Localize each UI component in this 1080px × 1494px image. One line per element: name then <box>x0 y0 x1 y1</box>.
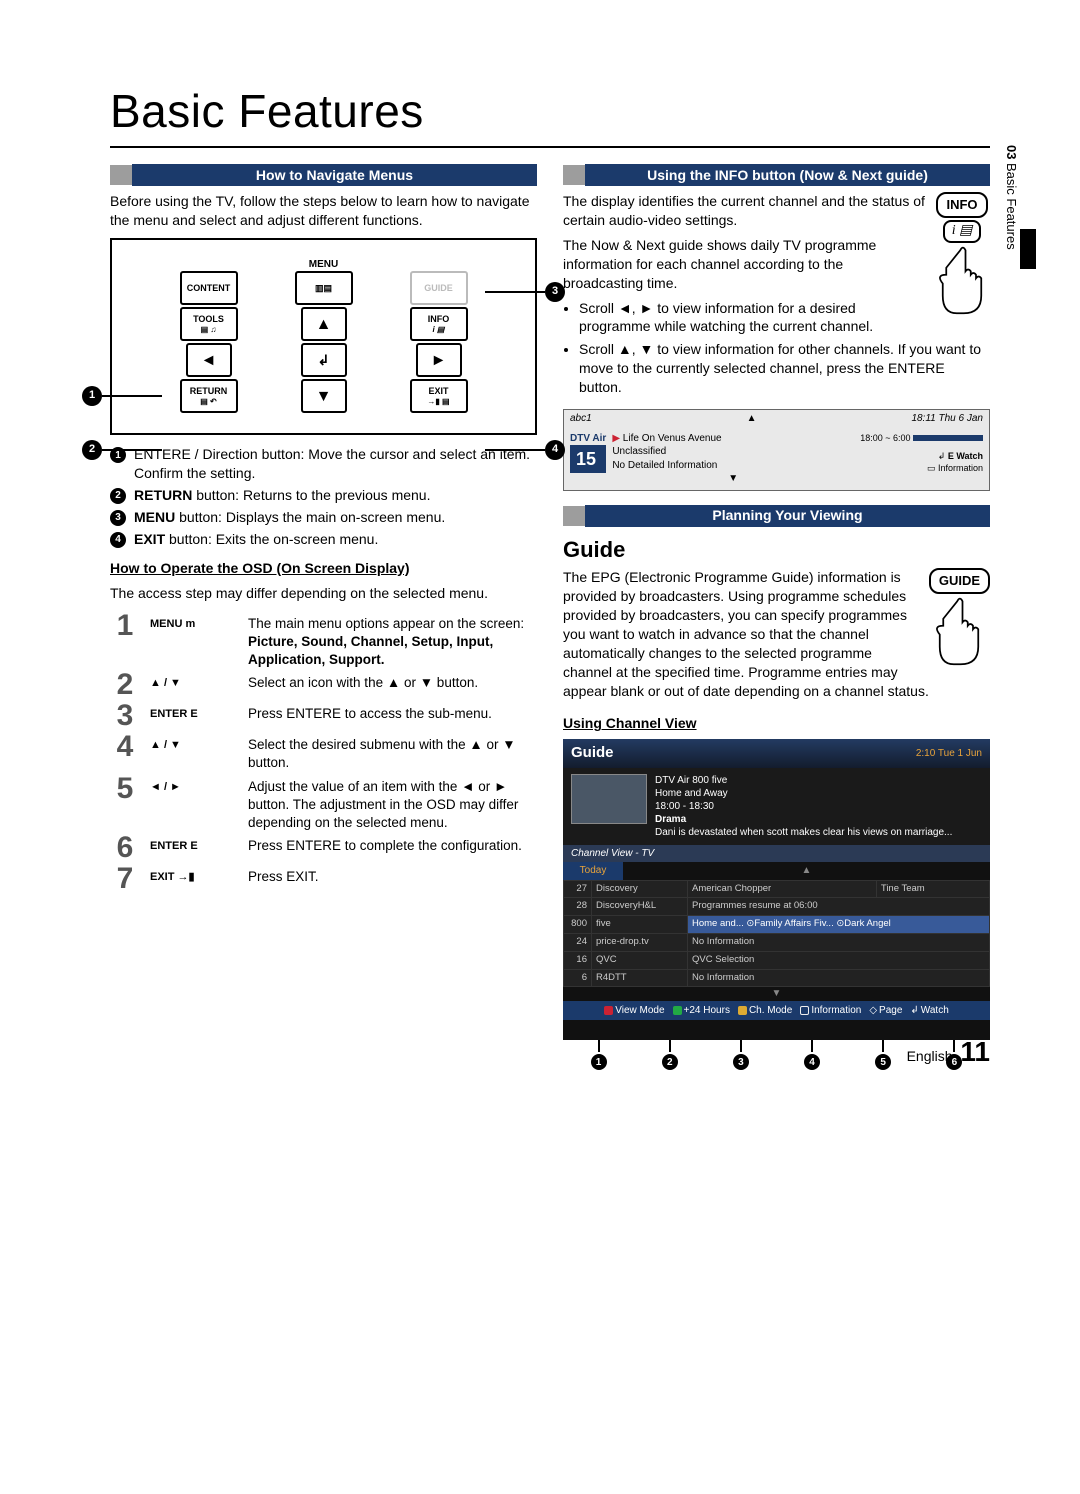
osd-note: The access step may differ depending on … <box>110 584 537 603</box>
osd-heading: How to Operate the OSD (On Screen Displa… <box>110 559 537 578</box>
right-key[interactable]: ► <box>416 343 462 377</box>
osd-steps: 1 MENU m The main menu options appear on… <box>110 611 537 895</box>
programme-thumbnail <box>571 774 647 824</box>
remote-legend: 1ENTERE / Direction button: Move the cur… <box>110 445 537 548</box>
callout-4: 4 <box>545 440 565 460</box>
title-rule <box>110 146 990 148</box>
left-column: How to Navigate Menus Before using the T… <box>110 162 537 1070</box>
guide-footer: View Mode +24 Hours Ch. Mode Information… <box>563 1001 990 1021</box>
guide-text: The EPG (Electronic Programme Guide) inf… <box>563 568 990 700</box>
section-bar-planning: Planning Your Viewing <box>563 505 990 527</box>
guide-key[interactable]: GUIDE <box>410 271 468 305</box>
remote-diagram: 1 2 3 4 MENU CONTENT ▥▤ GUIDE TOOLS▤ ♫ ▲… <box>110 238 537 436</box>
table-row: 800fiveHome and... ⊙Family Affairs Fiv..… <box>564 916 990 934</box>
guide-keycap: GUIDE <box>929 568 990 594</box>
table-row: 27DiscoveryAmerican ChopperTine Team <box>564 880 990 898</box>
using-channel-view: Using Channel View <box>563 714 990 733</box>
info-p2: The Now & Next guide shows daily TV prog… <box>563 236 990 293</box>
section-tab-label: Basic Features <box>1002 163 1020 250</box>
menu-key[interactable]: ▥▤ <box>295 271 353 305</box>
callout-3: 3 <box>545 282 565 302</box>
info-keycap: INFO <box>936 192 987 218</box>
hand-icon <box>934 245 990 315</box>
exit-key[interactable]: EXIT→▮ ▤ <box>410 379 468 413</box>
page-number: English 11 <box>907 1033 990 1071</box>
section-heading: Planning Your Viewing <box>585 505 990 527</box>
channel-view-panel: Guide 2:10 Tue 1 Jun DTV Air 800 five Ho… <box>563 739 990 1040</box>
intro-text: Before using the TV, follow the steps be… <box>110 192 537 230</box>
info-key[interactable]: INFOi ▤ <box>410 307 468 341</box>
section-heading: Using the INFO button (Now & Next guide) <box>585 164 990 186</box>
enter-key[interactable]: ↲ <box>301 343 347 377</box>
left-key[interactable]: ◄ <box>186 343 232 377</box>
right-column: Using the INFO button (Now & Next guide)… <box>563 162 990 1070</box>
table-row: 28DiscoveryH&LProgrammes resume at 06:00 <box>564 898 990 916</box>
guide-heading: Guide <box>563 535 990 565</box>
callout-1: 1 <box>82 386 102 406</box>
content-key[interactable]: CONTENT <box>180 271 238 305</box>
section-tab: 03 Basic Features <box>1002 145 1020 250</box>
down-key[interactable]: ▼ <box>301 379 347 413</box>
table-row: 24price-drop.tvNo Information <box>564 934 990 952</box>
section-heading: How to Navigate Menus <box>132 164 537 186</box>
section-bar-info: Using the INFO button (Now & Next guide) <box>563 164 990 186</box>
table-row: 6R4DTTNo Information <box>564 969 990 987</box>
table-row: 16QVCQVC Selection <box>564 951 990 969</box>
page-title: Basic Features <box>110 80 990 142</box>
menu-label: MENU <box>152 258 495 272</box>
up-key[interactable]: ▲ <box>301 307 347 341</box>
tools-key[interactable]: TOOLS▤ ♫ <box>180 307 238 341</box>
info-bullets: Scroll ◄, ► to view information for a de… <box>579 299 990 397</box>
now-next-panel: abc1 ▲ 18:11 Thu 6 Jan DTV Air 15 ▶ Life… <box>563 409 990 491</box>
section-tab-number: 03 <box>1002 145 1020 159</box>
callout-2: 2 <box>82 440 102 460</box>
info-p1: The display identifies the current chann… <box>563 192 990 230</box>
guide-button-illustration: GUIDE <box>929 568 990 666</box>
return-key[interactable]: RETURN▤ ↶ <box>180 379 238 413</box>
channel-grid: 27DiscoveryAmerican ChopperTine Team 28D… <box>563 880 990 988</box>
section-bar-navigate: How to Navigate Menus <box>110 164 537 186</box>
info-button-illustration: INFO i ▤ <box>934 192 990 314</box>
hand-icon <box>931 596 987 666</box>
